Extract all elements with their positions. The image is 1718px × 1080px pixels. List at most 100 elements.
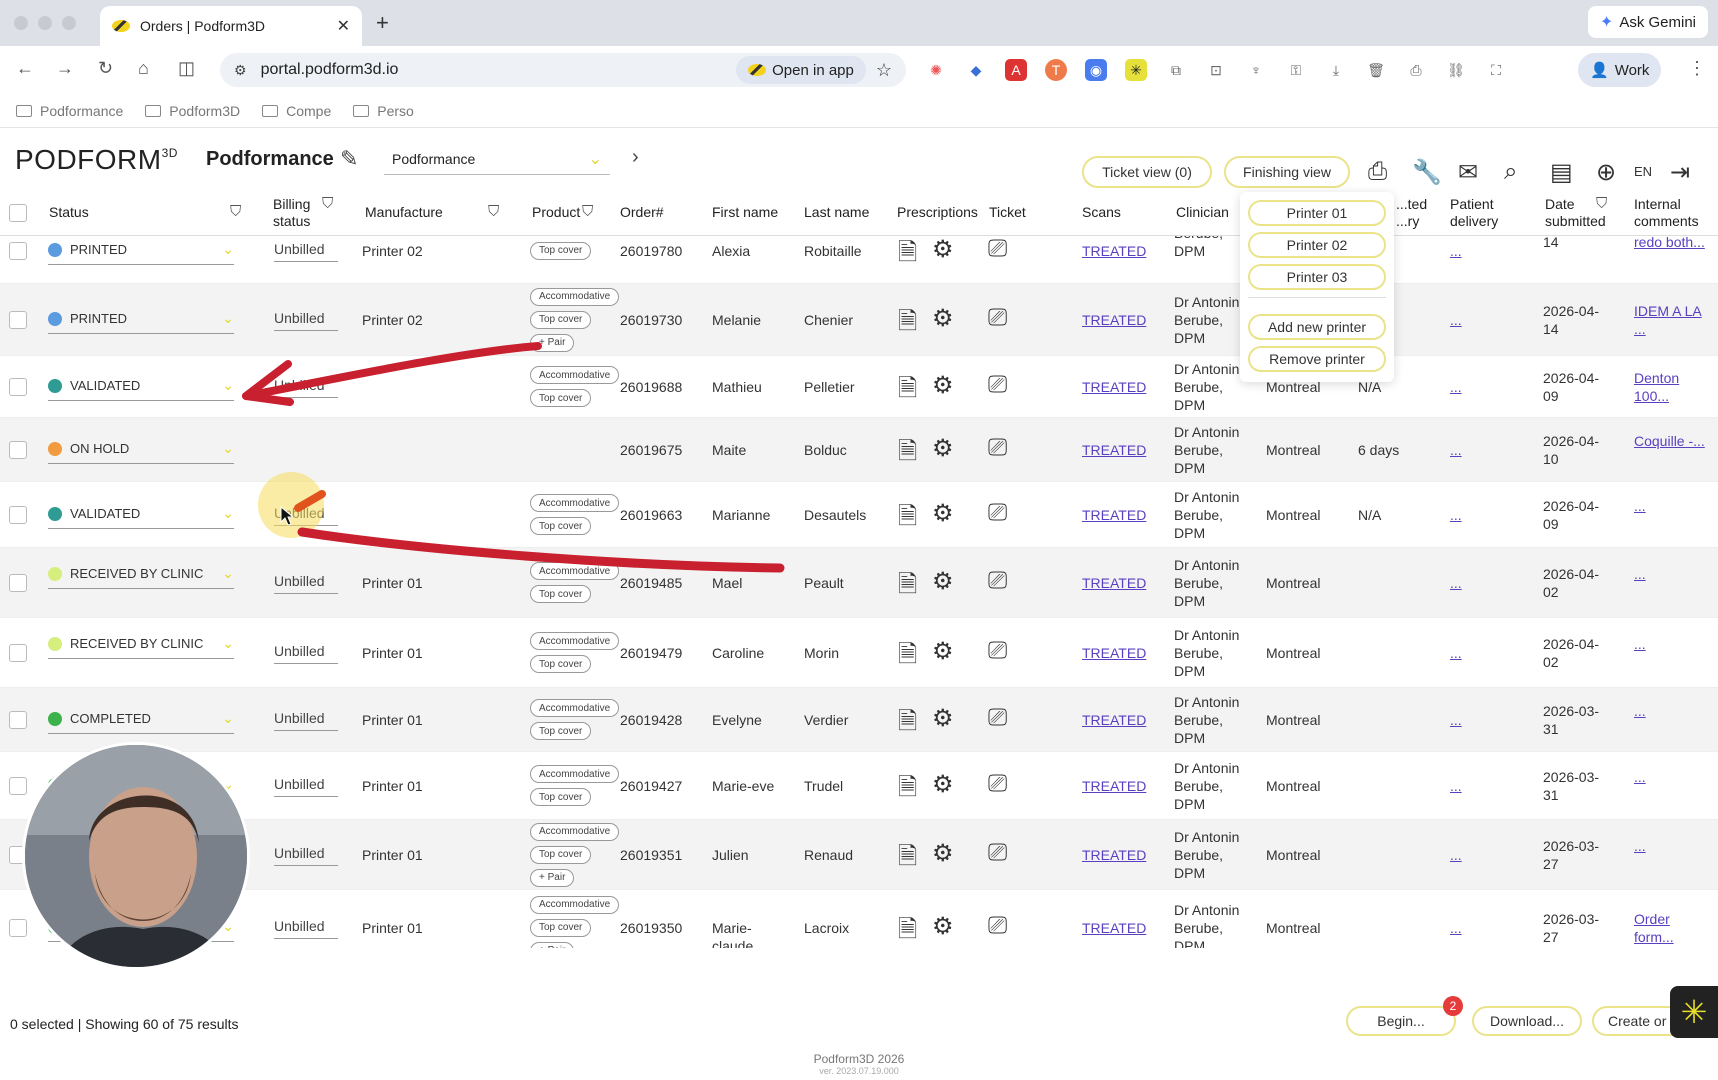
wrench-icon[interactable]: 🔧 [1412,158,1442,187]
search-icon[interactable]: ⌕ [1504,158,1517,186]
new-tab-button[interactable]: + [376,10,389,36]
scans-link[interactable]: TREATED [1082,574,1146,592]
internal-comment-link[interactable]: ... [1634,837,1710,855]
filter-icon[interactable]: ⛉ [1596,195,1607,212]
begin-button[interactable]: Begin... [1346,1006,1456,1036]
ask-gemini-button[interactable]: ✦ Ask Gemini [1587,6,1708,38]
prescription-document-icon[interactable]: 🗎 [898,839,917,880]
reload-icon[interactable]: ↻ [98,58,113,79]
ticket-icon[interactable]: ⎚ [988,637,1007,665]
patient-delivery-link[interactable]: ... [1450,242,1462,260]
open-in-app-button[interactable]: Open in app [736,56,866,84]
add-new-printer-button[interactable]: Add new printer [1248,314,1386,340]
patient-delivery-link[interactable]: ... [1450,441,1462,459]
internal-comment-link[interactable]: Denton 100... [1634,369,1710,405]
gear-icon[interactable]: ⚙ [932,499,954,528]
column-internal-comments[interactable]: Internal comments [1634,196,1704,230]
printer-01-option[interactable]: Printer 01 [1248,200,1386,226]
home-icon[interactable]: ⌂ [138,58,149,79]
status-select[interactable]: VALIDATED ⌄ [48,505,234,529]
billing-status-select[interactable]: Unbilled [274,310,338,331]
scans-link[interactable]: TREATED [1082,919,1146,937]
printer-02-option[interactable]: Printer 02 [1248,232,1386,258]
status-select[interactable]: VALIDATED ⌄ [48,377,234,401]
status-select[interactable]: RECEIVED BY CLINIC ⌄ [48,635,234,659]
gear-icon[interactable]: ⚙ [932,236,954,264]
chevron-right-icon[interactable]: › [632,146,639,169]
internal-comment-link[interactable]: ... [1634,497,1710,515]
column-clinician[interactable]: Clinician [1176,204,1229,221]
filter-icon[interactable]: ⛉ [488,203,499,220]
prescription-document-icon[interactable]: 🗎 [898,371,917,412]
patient-delivery-link[interactable]: ... [1450,644,1462,662]
extension-icon[interactable]: ◉ [1085,59,1107,81]
extension-icon[interactable]: ♆ [1245,59,1267,81]
billing-status-select[interactable]: Unbilled [274,918,338,939]
ticket-view-button[interactable]: Ticket view (0) [1082,156,1212,188]
row-checkbox[interactable] [9,574,27,592]
status-select[interactable]: ON HOLD ⌄ [48,440,234,464]
edit-pencil-icon[interactable]: ✎ [340,146,358,172]
table-row[interactable]: RECEIVED BY CLINIC ⌄ Unbilled Printer 01 A… [0,618,1718,688]
internal-comment-link[interactable]: IDEM A LA ... [1634,302,1710,338]
internal-comment-link[interactable]: ... [1634,635,1710,653]
gear-icon[interactable]: ⚙ [932,371,954,400]
ticket-icon[interactable]: ⎚ [988,567,1007,595]
scans-link[interactable]: TREATED [1082,711,1146,729]
table-row[interactable]: RECEIVED BY CLINIC ⌄ Unbilled Printer 01 A… [0,548,1718,618]
table-row[interactable]: CO ⌄ UnbilledPrinter 01AccommodativeTop … [0,890,1718,948]
extension-icon[interactable]: ✳ [1125,59,1147,81]
filter-icon[interactable]: ⛉ [582,203,593,220]
ticket-icon[interactable]: ⎚ [988,434,1007,462]
scans-link[interactable]: TREATED [1082,777,1146,795]
gear-icon[interactable]: ⚙ [932,912,954,941]
column-manufacture[interactable]: Manufacture [365,204,443,221]
table-row[interactable]: VALIDATED ⌄ UnbilledAccommodativeTop cov… [0,482,1718,548]
manufacture-value[interactable]: Printer 01 [362,644,423,662]
extension-icon[interactable]: ◆ [965,59,987,81]
prescription-document-icon[interactable]: 🗎 [898,770,917,811]
row-checkbox[interactable] [9,311,27,329]
printer-icon[interactable]: ⎙ [1368,158,1387,186]
trash-icon[interactable]: 🗑 [1365,59,1387,81]
extension-icon[interactable]: T [1045,59,1067,81]
prescription-document-icon[interactable]: 🗎 [898,236,917,276]
tab-search-icon[interactable]: ⊡ [1205,59,1227,81]
bookmark-folder[interactable]: Podformance [16,103,123,119]
prescription-document-icon[interactable]: 🗎 [898,499,917,540]
billing-status-select[interactable]: Unbilled [274,643,338,664]
status-select[interactable]: PRINTED ⌄ [48,241,234,265]
ticket-icon[interactable]: ⎚ [988,304,1007,332]
manufacture-value[interactable]: Printer 01 [362,919,423,937]
translate-icon[interactable]: ⛶ [1485,59,1507,81]
column-product[interactable]: Product [532,204,580,221]
bookmark-folder[interactable]: Compe [262,103,331,119]
internal-comment-link[interactable]: redo both... [1634,236,1710,251]
row-checkbox[interactable] [9,441,27,459]
password-key-icon[interactable]: ⚿ [1285,59,1307,81]
scans-link[interactable]: TREATED [1082,311,1146,329]
ticket-icon[interactable]: ⎚ [988,236,1007,263]
manufacture-value[interactable]: Printer 01 [362,846,423,864]
close-tab-icon[interactable]: ✕ [337,16,350,36]
table-row[interactable]: ⌄ UnbilledPrinter 01AccommodativeTop cov… [0,752,1718,820]
column-order[interactable]: Order# [620,204,664,221]
ticket-icon[interactable]: ⎚ [988,912,1007,940]
back-icon[interactable]: ← [16,58,34,79]
internal-comment-link[interactable]: Coquille -... [1634,432,1710,450]
extensions-puzzle-icon[interactable]: ⧉ [1165,59,1187,81]
table-row[interactable]: ON HOLD ⌄ 26019675 Maite Bolduc 🗎 ⚙ ⎚ TREATED D… [0,418,1718,482]
status-select[interactable]: PRINTED ⌄ [48,310,234,334]
close-window-icon[interactable] [14,16,28,30]
internal-comment-link[interactable]: ... [1634,702,1710,720]
language-label[interactable]: EN [1634,164,1652,179]
prescription-document-icon[interactable]: 🗎 [898,912,917,948]
gear-icon[interactable]: ⚙ [932,770,954,799]
ticket-icon[interactable]: ⎚ [988,839,1007,867]
download-icon[interactable]: ⤓ [1325,59,1347,81]
globe-icon[interactable]: ⊕ [1596,158,1616,187]
address-bar[interactable]: ⚙ portal.podform3d.io Open in app ☆ [220,53,906,87]
mail-icon[interactable]: ✉ [1458,158,1478,187]
podform-logo[interactable]: PODFORM3D [15,144,178,176]
minimize-window-icon[interactable] [38,16,52,30]
